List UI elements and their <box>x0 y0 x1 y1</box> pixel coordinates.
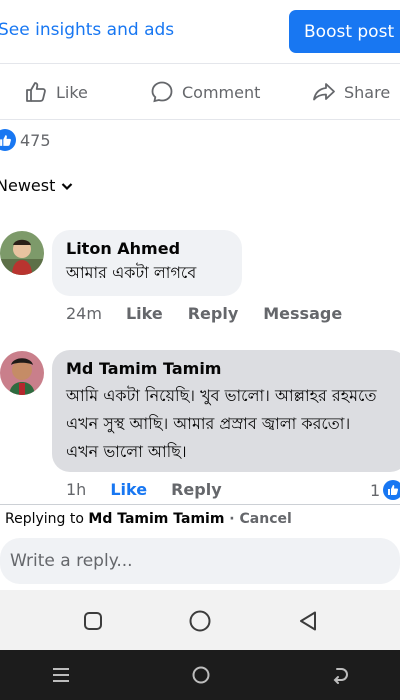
comment-author[interactable]: Md Tamim Tamim <box>66 359 394 378</box>
share-label: Share <box>344 82 391 102</box>
back-arrow-icon[interactable] <box>331 666 349 684</box>
comment-reply-link[interactable]: Reply <box>171 480 222 499</box>
comment-meta: 1h Like Reply <box>66 480 222 499</box>
comment-label: Comment <box>182 82 261 102</box>
reaction-count: 475 <box>20 130 51 150</box>
comment-message-link[interactable]: Message <box>263 304 342 323</box>
post-header-bar: See insights and ads Boost post <box>0 0 400 64</box>
menu-lines-icon[interactable] <box>52 667 70 683</box>
home-circle-icon[interactable] <box>189 610 211 632</box>
comment-meta: 24m Like Reply Message <box>66 304 342 323</box>
comment-text: আমার একটা লাগবে <box>66 263 197 282</box>
like-reaction-icon <box>0 129 16 151</box>
reply-input[interactable]: Write a reply... <box>0 538 400 584</box>
boost-post-button[interactable]: Boost post <box>289 10 400 53</box>
divider <box>0 63 400 64</box>
sort-label: Newest <box>0 176 56 195</box>
share-button[interactable]: Share <box>312 74 390 110</box>
reaction-summary[interactable]: 475 <box>0 129 51 151</box>
like-button[interactable]: Like <box>24 74 88 110</box>
system-nav-bar <box>0 650 400 700</box>
divider <box>0 119 400 120</box>
reply-placeholder: Write a reply... <box>10 551 133 571</box>
comment-time: 1h <box>66 480 87 499</box>
comment-bubble[interactable]: Liton Ahmed আমার একটা লাগবে <box>52 230 242 296</box>
chevron-down-icon <box>62 182 73 190</box>
avatar[interactable] <box>0 351 44 395</box>
comment-text: আমি একটা নিয়েছি। খুব ভালো। আল্লাহর রহমত… <box>66 386 377 461</box>
divider <box>0 504 400 505</box>
replying-separator: · <box>224 511 240 527</box>
thumbs-up-icon <box>26 82 46 102</box>
replying-to-bar: Replying to Md Tamim Tamim · Cancel <box>5 511 292 527</box>
comment-reaction-count[interactable]: 1 <box>370 480 400 500</box>
comment-sort-dropdown[interactable]: Newest <box>0 176 73 195</box>
avatar[interactable] <box>0 231 44 275</box>
comment-like-link[interactable]: Like <box>126 304 163 323</box>
comment-bubble-icon <box>151 81 173 103</box>
see-insights-link[interactable]: See insights and ads <box>0 20 174 40</box>
replying-prefix: Replying to <box>5 511 89 527</box>
reaction-count: 1 <box>370 480 381 500</box>
comment-bubble-selected[interactable]: Md Tamim Tamim আমি একটা নিয়েছি। খুব ভাল… <box>52 350 400 472</box>
comment-button[interactable]: Comment <box>150 74 260 110</box>
like-reaction-icon <box>383 480 400 500</box>
home-circle-icon[interactable] <box>192 666 210 684</box>
boost-post-label: Boost post <box>304 21 395 42</box>
cancel-reply-button[interactable]: Cancel <box>240 511 292 527</box>
comment-author[interactable]: Liton Ahmed <box>66 239 228 258</box>
navigation-bar <box>0 590 400 650</box>
comment-time: 24m <box>66 304 102 323</box>
recents-square-icon[interactable] <box>83 611 103 631</box>
replying-name: Md Tamim Tamim <box>88 511 225 527</box>
comment-like-link[interactable]: Like <box>110 480 147 499</box>
comment-reply-link[interactable]: Reply <box>188 304 239 323</box>
like-label: Like <box>56 82 88 102</box>
share-arrow-icon <box>313 83 335 101</box>
back-triangle-icon[interactable] <box>298 610 318 632</box>
app-screen: See insights and ads Boost post Like Com… <box>0 0 400 700</box>
